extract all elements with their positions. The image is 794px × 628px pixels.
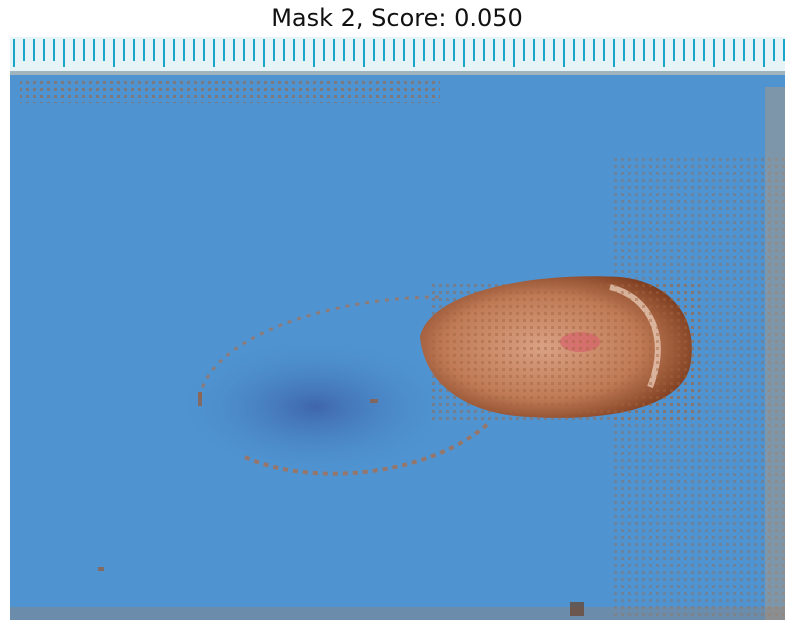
lesion-shadow [165, 332, 465, 482]
mask-edge-dots [20, 79, 440, 103]
figure-title: Mask 2, Score: 0.050 [271, 4, 523, 32]
lesion [420, 276, 700, 422]
ruler [10, 37, 785, 75]
masked-photo [10, 37, 785, 620]
